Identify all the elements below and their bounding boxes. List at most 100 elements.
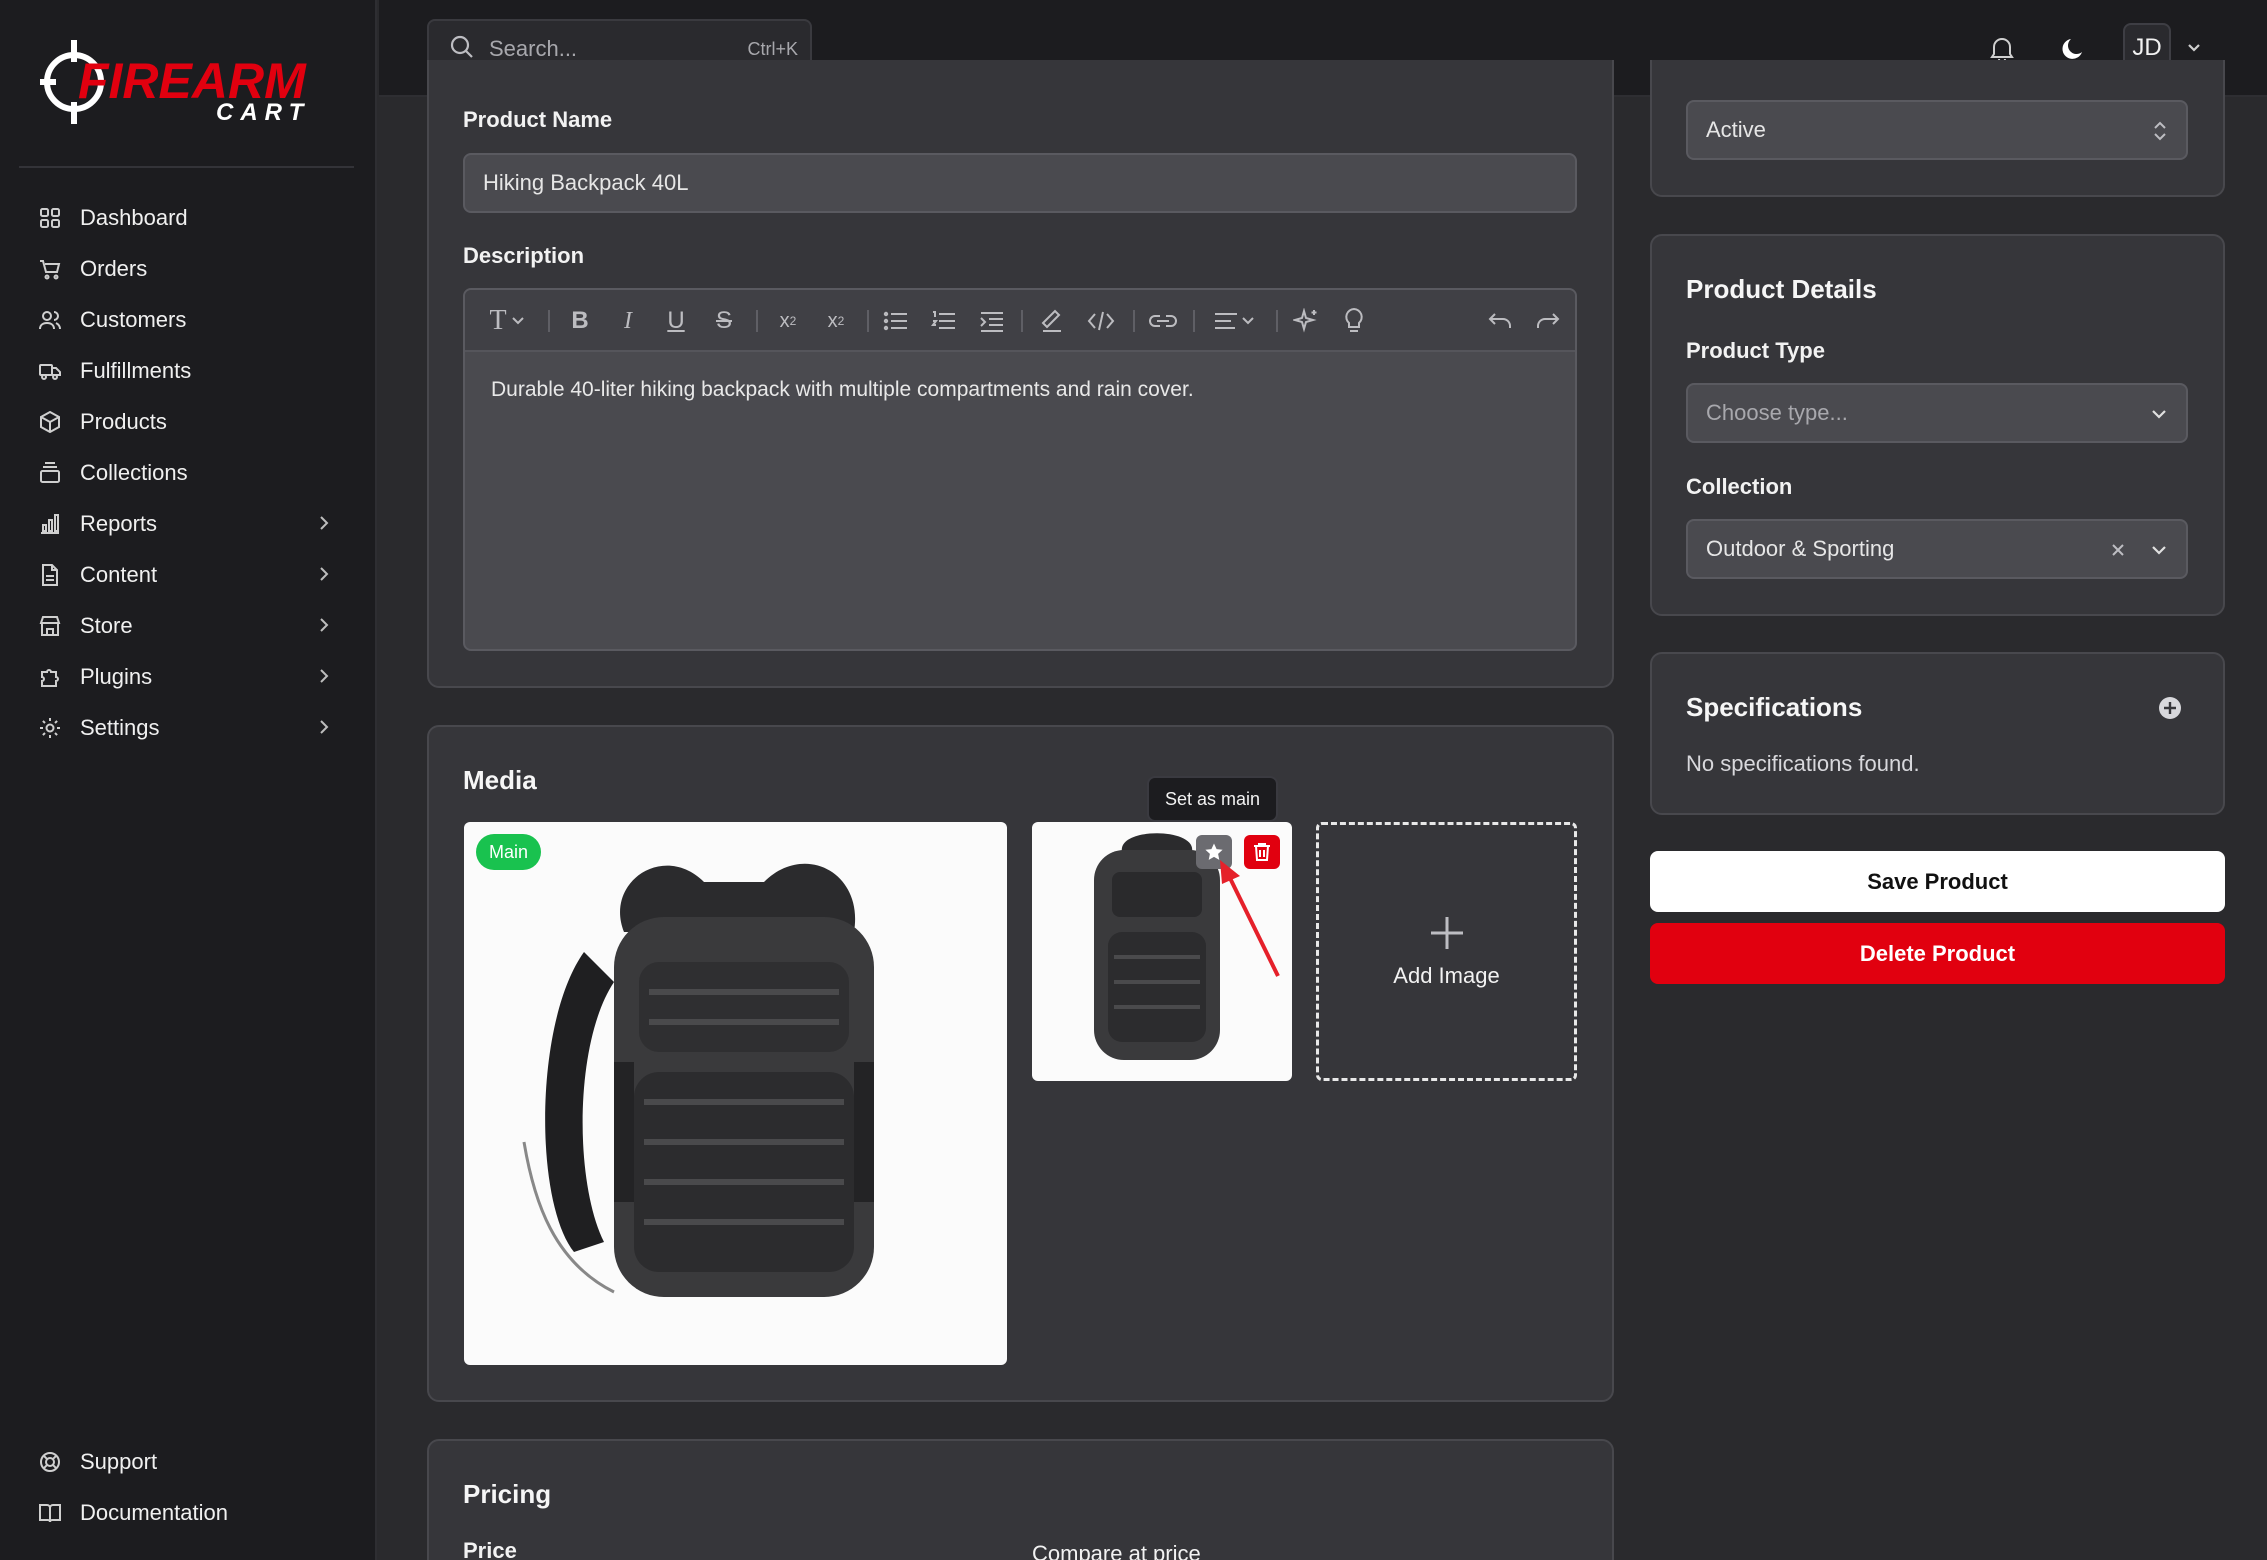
puzzle-icon — [38, 665, 62, 689]
toolbar-separator — [1276, 310, 1278, 332]
gear-icon — [38, 716, 62, 740]
sidebar-item-support[interactable]: Support — [19, 1436, 354, 1487]
product-details-title: Product Details — [1686, 274, 1877, 304]
chevron-down-icon — [2152, 410, 2166, 419]
sidebar-item-label: Dashboard — [80, 204, 188, 230]
search-shortcut: Ctrl+K — [747, 39, 798, 59]
annotation-arrow-icon — [1220, 860, 1280, 977]
status-value: Active — [1706, 117, 1766, 142]
store-icon — [38, 614, 62, 638]
backpack-image — [522, 863, 874, 1297]
description-text[interactable]: Durable 40-liter hiking backpack with mu… — [491, 378, 1194, 402]
specifications-title: Specifications — [1686, 692, 1863, 722]
search-placeholder: Search... — [489, 36, 578, 61]
sidebar-item-label: Support — [80, 1448, 158, 1474]
indent-icon[interactable] — [977, 308, 1007, 334]
status-select[interactable]: Active — [1686, 100, 2188, 160]
sidebar-item-products[interactable]: Products — [19, 396, 354, 447]
collection-label: Collection — [1686, 474, 1793, 499]
align-icon[interactable] — [1209, 308, 1259, 334]
sidebar-item-fulfillments[interactable]: Fulfillments — [19, 345, 354, 396]
superscript-icon[interactable]: x2 — [771, 308, 805, 334]
brand-logo[interactable]: FIREARM CART — [40, 36, 330, 128]
sidebar-item-documentation[interactable]: Documentation — [19, 1487, 354, 1538]
add-image-button[interactable]: Add Image — [1316, 822, 1577, 1081]
users-icon — [38, 308, 62, 332]
ai-sparkle-icon[interactable] — [1291, 308, 1321, 334]
set-main-tooltip: Set as main — [1147, 776, 1279, 822]
collection-select[interactable]: Outdoor & Sporting — [1686, 519, 2188, 579]
product-name-label: Product Name — [463, 107, 613, 132]
description-editor[interactable]: T B I U S x2 x2 Durable 40-liter hiking … — [463, 288, 1577, 651]
sidebar-item-collections[interactable]: Collections — [19, 447, 354, 498]
numbered-list-icon[interactable] — [929, 308, 959, 334]
toolbar-separator — [756, 310, 758, 332]
svg-text:CART: CART — [216, 99, 310, 126]
code-icon[interactable] — [1085, 308, 1117, 334]
main-badge: Main — [476, 834, 542, 870]
sidebar-item-plugins[interactable]: Plugins — [19, 651, 354, 702]
description-label: Description — [463, 243, 585, 268]
product-type-select[interactable]: Choose type... — [1686, 383, 2188, 443]
collection-icon — [38, 461, 62, 485]
bullet-list-icon[interactable] — [881, 308, 911, 334]
chevron-right-icon — [316, 563, 332, 590]
sidebar-item-orders[interactable]: Orders — [19, 243, 354, 294]
sidebar-item-dashboard[interactable]: Dashboard — [19, 192, 354, 243]
sidebar-item-label: Plugins — [80, 663, 153, 689]
sidebar-item-label: Documentation — [80, 1499, 228, 1525]
lifebuoy-icon — [38, 1450, 62, 1474]
truck-icon — [38, 359, 62, 383]
sidebar-item-content[interactable]: Content — [19, 549, 354, 600]
logo-crosshair-icon: FIREARM CART — [40, 40, 310, 126]
redo-icon[interactable] — [1533, 308, 1563, 334]
toolbar-separator — [548, 310, 550, 332]
chevron-down-icon — [2152, 546, 2166, 555]
chart-icon — [38, 512, 62, 536]
save-product-button[interactable]: Save Product — [1650, 851, 2225, 912]
sidebar-item-label: Products — [80, 408, 167, 434]
toolbar-separator — [867, 310, 869, 332]
document-icon — [38, 563, 62, 587]
sidebar-item-label: Store — [80, 612, 133, 638]
select-updown-icon — [2154, 121, 2166, 141]
sidebar-item-settings[interactable]: Settings — [19, 702, 354, 753]
sidebar-item-label: Fulfillments — [80, 357, 192, 383]
chevron-right-icon — [316, 512, 332, 539]
delete-product-button[interactable]: Delete Product — [1650, 923, 2225, 984]
main-product-image[interactable]: Main — [464, 822, 1007, 1365]
link-icon[interactable] — [1147, 308, 1179, 334]
bold-icon[interactable]: B — [567, 307, 593, 334]
text-style-icon[interactable]: T — [483, 305, 531, 336]
app-root: FIREARM CART Dashboard Orders Customers … — [0, 0, 2267, 1560]
sidebar-item-customers[interactable]: Customers — [19, 294, 354, 345]
chevron-right-icon — [316, 614, 332, 641]
chevron-right-icon — [316, 716, 332, 743]
specifications-card — [1650, 652, 2225, 815]
add-specification-icon[interactable] — [2158, 696, 2182, 720]
underline-icon[interactable]: U — [663, 307, 689, 334]
collection-value: Outdoor & Sporting — [1706, 536, 1895, 561]
clear-icon[interactable] — [2110, 542, 2126, 558]
pricing-card — [427, 1439, 1614, 1560]
undo-icon[interactable] — [1485, 308, 1515, 334]
lightbulb-icon[interactable] — [1339, 307, 1369, 334]
dashboard-icon — [38, 206, 62, 230]
sidebar-item-label: Settings — [80, 714, 160, 740]
clear-format-icon[interactable] — [1037, 308, 1067, 334]
product-type-label: Product Type — [1686, 338, 1825, 363]
product-name-input[interactable]: Hiking Backpack 40L — [463, 153, 1577, 213]
subscript-icon[interactable]: x2 — [819, 308, 853, 334]
add-image-label: Add Image — [1393, 962, 1500, 988]
sidebar-item-label: Collections — [80, 459, 188, 485]
sidebar-item-label: Content — [80, 561, 158, 587]
strikethrough-icon[interactable]: S — [711, 307, 737, 334]
sidebar-divider — [19, 166, 354, 168]
italic-icon[interactable]: I — [615, 308, 641, 334]
sidebar-item-reports[interactable]: Reports — [19, 498, 354, 549]
sidebar-item-store[interactable]: Store — [19, 600, 354, 651]
price-label: Price — [463, 1538, 517, 1560]
toolbar-separator — [1193, 310, 1195, 332]
plus-icon — [1430, 916, 1463, 949]
sidebar-bottom-nav: Support Documentation — [19, 1436, 354, 1538]
